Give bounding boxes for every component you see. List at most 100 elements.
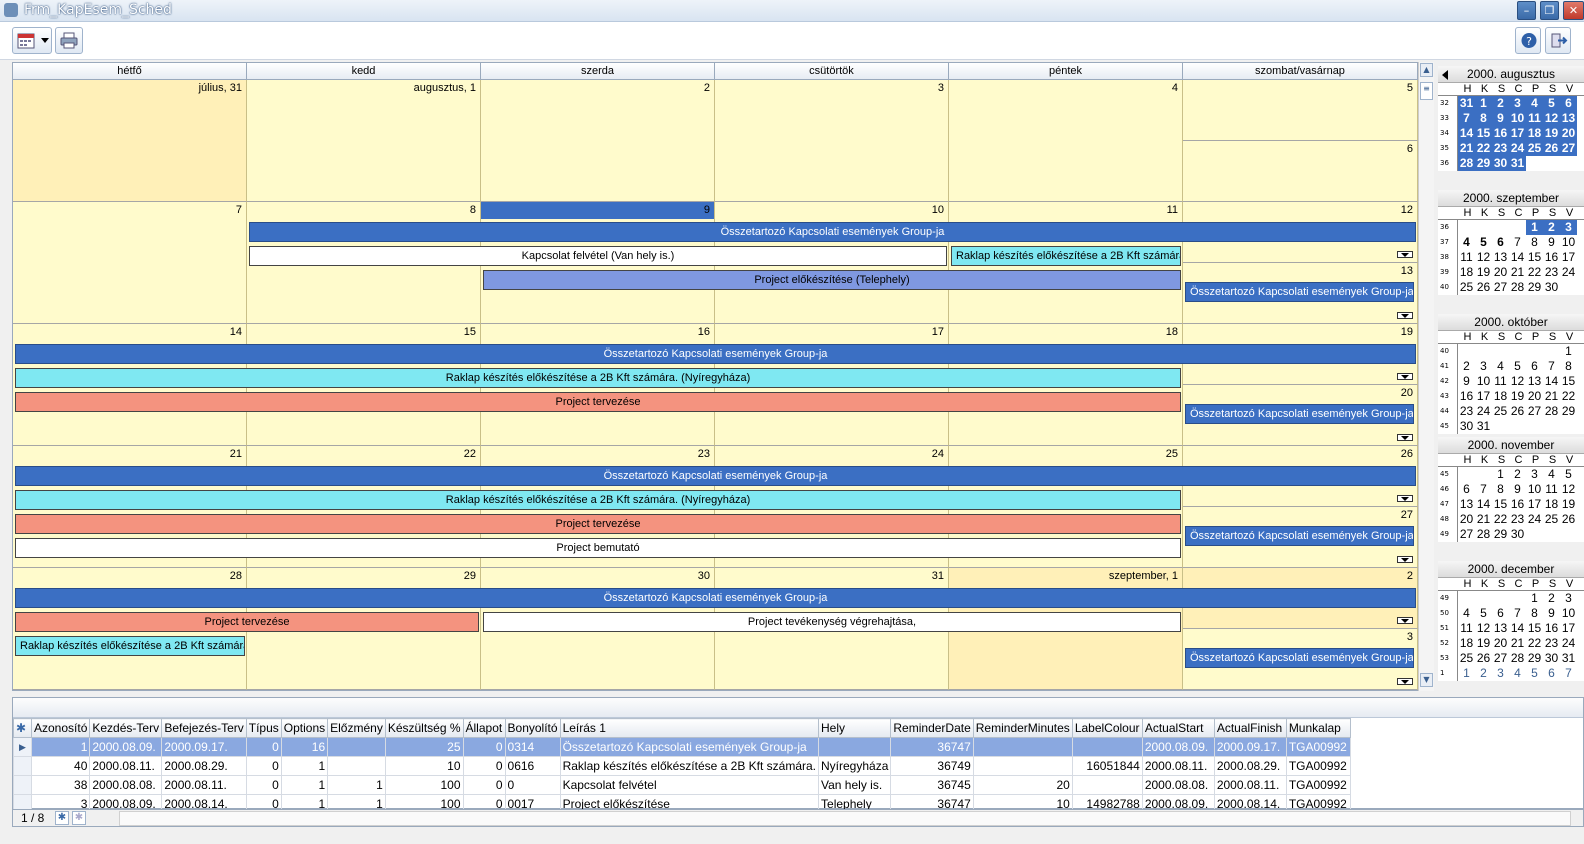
table-cell[interactable]: TGA00992: [1285, 775, 1351, 795]
mini-day[interactable]: 24: [1560, 265, 1577, 280]
mini-day[interactable]: 26: [1475, 280, 1492, 295]
mini-day[interactable]: 8: [1492, 482, 1509, 497]
table-cell[interactable]: 10: [384, 756, 464, 776]
mini-day[interactable]: 6: [1560, 96, 1577, 111]
mini-day[interactable]: 21: [1509, 265, 1526, 280]
mini-day[interactable]: 25: [1526, 141, 1543, 156]
table-cell[interactable]: 100: [384, 775, 464, 795]
mini-day[interactable]: 5: [1475, 606, 1492, 621]
mini-day[interactable]: 7: [1509, 606, 1526, 621]
mini-day[interactable]: 2: [1509, 467, 1526, 482]
mini-day[interactable]: 10: [1475, 374, 1492, 389]
mini-day[interactable]: [1526, 344, 1543, 359]
mini-day[interactable]: 18: [1543, 497, 1560, 512]
new-row-icon[interactable]: ✱: [13, 718, 32, 738]
table-cell[interactable]: 2000.08.08.: [89, 775, 163, 795]
mini-day[interactable]: 23: [1509, 512, 1526, 527]
mini-day[interactable]: 3: [1526, 467, 1543, 482]
more-events-icon[interactable]: [1397, 556, 1413, 563]
mini-day[interactable]: 8: [1560, 359, 1577, 374]
column-header[interactable]: Típus: [245, 718, 282, 738]
table-cell[interactable]: 36747: [890, 737, 974, 757]
column-header[interactable]: Hely: [818, 718, 892, 738]
more-events-icon[interactable]: [1397, 251, 1413, 258]
mini-day[interactable]: 24: [1475, 404, 1492, 419]
mini-day[interactable]: 30: [1543, 651, 1560, 666]
mini-day[interactable]: 8: [1475, 111, 1492, 126]
table-cell[interactable]: [1071, 775, 1143, 795]
table-cell[interactable]: 0: [462, 756, 506, 776]
mini-day[interactable]: 15: [1526, 250, 1543, 265]
chevron-down-icon[interactable]: [41, 38, 49, 43]
mini-day[interactable]: [1509, 591, 1526, 606]
mini-day[interactable]: 28: [1509, 651, 1526, 666]
table-cell[interactable]: 0: [245, 756, 282, 776]
column-header[interactable]: Előzmény: [327, 718, 386, 738]
mini-day[interactable]: 17: [1475, 389, 1492, 404]
mini-day[interactable]: 1: [1475, 96, 1492, 111]
event-bar[interactable]: Raklap készítés előkészítése a 2B Kft sz…: [15, 636, 245, 656]
mini-day[interactable]: 2: [1475, 666, 1492, 681]
mini-day[interactable]: 20: [1492, 636, 1509, 651]
mini-day[interactable]: [1560, 156, 1577, 171]
mini-day[interactable]: 27: [1526, 404, 1543, 419]
mini-day[interactable]: 5: [1543, 96, 1560, 111]
table-cell[interactable]: 20: [972, 775, 1073, 795]
mini-day[interactable]: 26: [1560, 512, 1577, 527]
mini-day[interactable]: 28: [1509, 280, 1526, 295]
mini-day[interactable]: 7: [1543, 359, 1560, 374]
mini-day[interactable]: 9: [1543, 606, 1560, 621]
mini-day[interactable]: 13: [1492, 250, 1509, 265]
mini-day[interactable]: 28: [1475, 527, 1492, 542]
mini-day[interactable]: [1475, 467, 1492, 482]
mini-day[interactable]: 25: [1543, 512, 1560, 527]
mini-day[interactable]: [1509, 419, 1526, 434]
day-cell[interactable]: 4: [949, 80, 1183, 202]
mini-day[interactable]: 11: [1492, 374, 1509, 389]
mini-day[interactable]: 26: [1509, 404, 1526, 419]
table-cell[interactable]: 1: [280, 756, 329, 776]
mini-day[interactable]: 1: [1492, 467, 1509, 482]
mini-day[interactable]: 20: [1526, 389, 1543, 404]
mini-day[interactable]: 12: [1475, 621, 1492, 636]
mini-day[interactable]: 17: [1509, 126, 1526, 141]
mini-day[interactable]: [1560, 527, 1577, 542]
mini-day[interactable]: [1458, 467, 1475, 482]
table-cell[interactable]: 0: [462, 775, 506, 795]
event-bar[interactable]: Project tervezése: [15, 612, 479, 632]
mini-day[interactable]: 29: [1475, 156, 1492, 171]
table-cell[interactable]: 2000.08.11.: [1141, 756, 1215, 776]
mini-day[interactable]: 13: [1458, 497, 1475, 512]
mini-day[interactable]: 30: [1492, 156, 1509, 171]
new-record-icon[interactable]: ✱: [72, 811, 86, 825]
mini-day[interactable]: 14: [1509, 621, 1526, 636]
scroll-down-icon[interactable]: ▼: [1420, 673, 1433, 687]
event-bar[interactable]: Összetartozó Kapcsolati események Group-…: [15, 344, 1416, 364]
mini-day[interactable]: 19: [1543, 126, 1560, 141]
table-cell[interactable]: 38: [30, 775, 91, 795]
mini-day[interactable]: 12: [1509, 374, 1526, 389]
table-cell[interactable]: 2000.09.17.: [1213, 737, 1287, 757]
mini-day[interactable]: [1458, 591, 1475, 606]
mini-day[interactable]: 15: [1492, 497, 1509, 512]
mini-day[interactable]: 11: [1458, 250, 1475, 265]
mini-day[interactable]: [1526, 156, 1543, 171]
mini-day[interactable]: 20: [1458, 512, 1475, 527]
mini-day[interactable]: 15: [1560, 374, 1577, 389]
mini-day[interactable]: [1543, 527, 1560, 542]
mini-day[interactable]: 16: [1543, 250, 1560, 265]
mini-day[interactable]: 5: [1560, 467, 1577, 482]
mini-day[interactable]: 28: [1458, 156, 1475, 171]
mini-day[interactable]: 24: [1526, 512, 1543, 527]
column-header[interactable]: Készültség %: [384, 718, 464, 738]
table-cell[interactable]: TGA00992: [1285, 737, 1351, 757]
table-cell[interactable]: 0: [504, 775, 561, 795]
mini-day[interactable]: 12: [1560, 482, 1577, 497]
mini-day[interactable]: 31: [1509, 156, 1526, 171]
mini-day[interactable]: [1560, 419, 1577, 434]
table-cell[interactable]: 0: [245, 737, 282, 757]
mini-day[interactable]: [1475, 344, 1492, 359]
table-cell[interactable]: 16051844: [1071, 756, 1143, 776]
table-row[interactable]: ▶ 1 2000.08.09. 2000.09.17. 0 16 25 0 0314 Összet…: [13, 737, 1351, 757]
column-header[interactable]: Munkalap: [1285, 718, 1351, 738]
